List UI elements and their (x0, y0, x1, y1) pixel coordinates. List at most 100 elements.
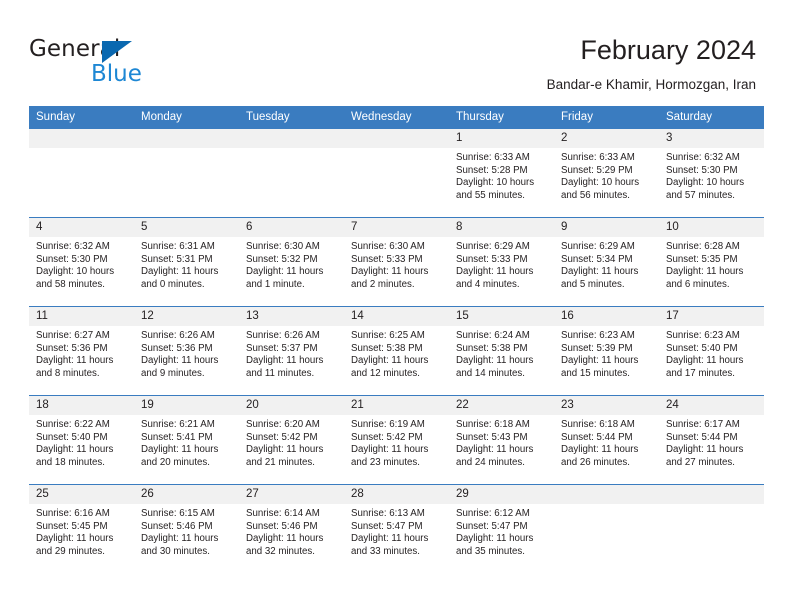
daylight-duration-line1: Daylight: 11 hours (561, 266, 639, 278)
calendar-day-cell[interactable]: 14 Sunrise: 6:25 AM Sunset: 5:38 PM Dayligh… (344, 306, 449, 396)
sunset-time: Sunset: 5:34 PM (561, 253, 633, 265)
calendar-day-cell[interactable]: 27 Sunrise: 6:14 AM Sunset: 5:46 PM Dayligh… (239, 484, 344, 574)
calendar-day-cell[interactable]: 5 Sunrise: 6:31 AM Sunset: 5:31 PM Daylight… (134, 217, 239, 307)
daylight-duration-line1: Daylight: 11 hours (246, 444, 324, 456)
calendar-day-cell[interactable]: 3 Sunrise: 6:32 AM Sunset: 5:30 PM Daylight… (659, 128, 764, 218)
day-number: 9 (554, 218, 659, 237)
sunset-time: Sunset: 5:47 PM (351, 520, 423, 532)
day-sun-info: Sunrise: 6:26 AM Sunset: 5:37 PM Daylight:… (239, 326, 344, 380)
general-blue-logo[interactable]: General Blue (29, 36, 219, 88)
calendar-week-row: 1 Sunrise: 6:33 AM Sunset: 5:28 PM Daylight… (29, 128, 764, 218)
sunrise-time: Sunrise: 6:33 AM (561, 152, 635, 163)
daylight-duration-line1: Daylight: 11 hours (351, 355, 429, 367)
calendar-day-cell[interactable]: 1 Sunrise: 6:33 AM Sunset: 5:28 PM Daylight… (449, 128, 554, 218)
calendar-day-cell[interactable]: 6 Sunrise: 6:30 AM Sunset: 5:32 PM Daylight… (239, 217, 344, 307)
sunset-time: Sunset: 5:44 PM (561, 431, 633, 443)
page-subtitle-location: Bandar-e Khamir, Hormozgan, Iran (546, 77, 756, 92)
calendar-grid: Sunday Monday Tuesday Wednesday Thursday… (29, 106, 764, 574)
sunrise-time: Sunrise: 6:23 AM (561, 330, 635, 341)
sunrise-time: Sunrise: 6:29 AM (561, 241, 635, 252)
day-sun-info: Sunrise: 6:20 AM Sunset: 5:42 PM Daylight:… (239, 415, 344, 469)
sunrise-time: Sunrise: 6:18 AM (561, 419, 635, 430)
calendar-day-cell[interactable]: 17 Sunrise: 6:23 AM Sunset: 5:40 PM Dayligh… (659, 306, 764, 396)
calendar-day-cell[interactable]: 11 Sunrise: 6:27 AM Sunset: 5:36 PM Dayligh… (29, 306, 134, 396)
daylight-duration-line1: Daylight: 11 hours (141, 533, 219, 545)
calendar-day-cell[interactable]: 8 Sunrise: 6:29 AM Sunset: 5:33 PM Daylight… (449, 217, 554, 307)
daylight-duration-line1: Daylight: 11 hours (141, 444, 219, 456)
daylight-duration-line1: Daylight: 11 hours (666, 266, 744, 278)
daylight-duration-line2: and 56 minutes. (561, 189, 630, 201)
daylight-duration-line1: Daylight: 10 hours (36, 266, 115, 278)
sunrise-time: Sunrise: 6:20 AM (246, 419, 320, 430)
calendar-day-cell[interactable]: 20 Sunrise: 6:20 AM Sunset: 5:42 PM Dayligh… (239, 395, 344, 485)
daylight-duration-line1: Daylight: 11 hours (246, 266, 324, 278)
calendar-day-cell[interactable]: 24 Sunrise: 6:17 AM Sunset: 5:44 PM Dayligh… (659, 395, 764, 485)
day-sun-info: Sunrise: 6:29 AM Sunset: 5:34 PM Daylight:… (554, 237, 659, 291)
calendar-day-cell[interactable]: 12 Sunrise: 6:26 AM Sunset: 5:36 PM Dayligh… (134, 306, 239, 396)
daylight-duration-line2: and 9 minutes. (141, 367, 205, 379)
sunset-time: Sunset: 5:39 PM (561, 342, 633, 354)
weekday-header-wednesday: Wednesday (344, 106, 449, 129)
calendar-day-cell[interactable]: 2 Sunrise: 6:33 AM Sunset: 5:29 PM Daylight… (554, 128, 659, 218)
sunset-time: Sunset: 5:30 PM (36, 253, 108, 265)
sunset-time: Sunset: 5:38 PM (456, 342, 528, 354)
day-number (29, 129, 134, 148)
day-sun-info: Sunrise: 6:32 AM Sunset: 5:30 PM Daylight:… (659, 148, 764, 202)
calendar-day-cell[interactable]: 15 Sunrise: 6:24 AM Sunset: 5:38 PM Dayligh… (449, 306, 554, 396)
daylight-duration-line1: Daylight: 11 hours (141, 355, 219, 367)
day-sun-info: Sunrise: 6:22 AM Sunset: 5:40 PM Daylight:… (29, 415, 134, 469)
daylight-duration-line2: and 8 minutes. (36, 367, 100, 379)
sunset-time: Sunset: 5:33 PM (456, 253, 528, 265)
daylight-duration-line2: and 55 minutes. (456, 189, 525, 201)
sunset-time: Sunset: 5:35 PM (666, 253, 738, 265)
calendar-day-cell[interactable]: 29 Sunrise: 6:12 AM Sunset: 5:47 PM Dayligh… (449, 484, 554, 574)
day-sun-info: Sunrise: 6:19 AM Sunset: 5:42 PM Daylight:… (344, 415, 449, 469)
calendar-day-cell[interactable]: 10 Sunrise: 6:28 AM Sunset: 5:35 PM Dayligh… (659, 217, 764, 307)
calendar-day-cell[interactable]: 26 Sunrise: 6:15 AM Sunset: 5:46 PM Dayligh… (134, 484, 239, 574)
sunrise-time: Sunrise: 6:25 AM (351, 330, 425, 341)
calendar-day-cell[interactable]: 25 Sunrise: 6:16 AM Sunset: 5:45 PM Dayligh… (29, 484, 134, 574)
daylight-duration-line2: and 33 minutes. (351, 545, 420, 557)
calendar-body: 1 Sunrise: 6:33 AM Sunset: 5:28 PM Daylight… (29, 128, 764, 574)
daylight-duration-line2: and 23 minutes. (351, 456, 420, 468)
day-sun-info: Sunrise: 6:24 AM Sunset: 5:38 PM Daylight:… (449, 326, 554, 380)
logo-triangle-icon (102, 41, 132, 63)
calendar-day-cell[interactable]: 9 Sunrise: 6:29 AM Sunset: 5:34 PM Daylight… (554, 217, 659, 307)
day-number: 15 (449, 307, 554, 326)
calendar-day-cell[interactable]: 21 Sunrise: 6:19 AM Sunset: 5:42 PM Dayligh… (344, 395, 449, 485)
sunrise-time: Sunrise: 6:12 AM (456, 508, 530, 519)
day-number: 17 (659, 307, 764, 326)
weekday-header-sunday: Sunday (29, 106, 134, 129)
calendar-day-cell[interactable]: 7 Sunrise: 6:30 AM Sunset: 5:33 PM Daylight… (344, 217, 449, 307)
calendar-day-cell-empty (554, 484, 659, 574)
calendar-day-cell[interactable]: 16 Sunrise: 6:23 AM Sunset: 5:39 PM Dayligh… (554, 306, 659, 396)
calendar-day-cell[interactable]: 4 Sunrise: 6:32 AM Sunset: 5:30 PM Daylight… (29, 217, 134, 307)
calendar-day-cell[interactable]: 13 Sunrise: 6:26 AM Sunset: 5:37 PM Dayligh… (239, 306, 344, 396)
daylight-duration-line2: and 0 minutes. (141, 278, 205, 290)
daylight-duration-line1: Daylight: 11 hours (246, 533, 324, 545)
day-sun-info: Sunrise: 6:18 AM Sunset: 5:44 PM Daylight:… (554, 415, 659, 469)
sunrise-time: Sunrise: 6:32 AM (36, 241, 110, 252)
calendar-day-cell[interactable]: 18 Sunrise: 6:22 AM Sunset: 5:40 PM Dayligh… (29, 395, 134, 485)
calendar-day-cell[interactable]: 23 Sunrise: 6:18 AM Sunset: 5:44 PM Dayligh… (554, 395, 659, 485)
daylight-duration-line1: Daylight: 10 hours (456, 177, 535, 189)
day-number: 10 (659, 218, 764, 237)
day-number: 12 (134, 307, 239, 326)
sunrise-time: Sunrise: 6:33 AM (456, 152, 530, 163)
day-number: 14 (344, 307, 449, 326)
sunset-time: Sunset: 5:45 PM (36, 520, 108, 532)
calendar-week-row: 25 Sunrise: 6:16 AM Sunset: 5:45 PM Dayligh… (29, 484, 764, 574)
calendar-day-cell[interactable]: 28 Sunrise: 6:13 AM Sunset: 5:47 PM Dayligh… (344, 484, 449, 574)
sunset-time: Sunset: 5:44 PM (666, 431, 738, 443)
day-sun-info: Sunrise: 6:27 AM Sunset: 5:36 PM Daylight:… (29, 326, 134, 380)
day-number (344, 129, 449, 148)
sunset-time: Sunset: 5:33 PM (351, 253, 423, 265)
day-number: 4 (29, 218, 134, 237)
sunset-time: Sunset: 5:38 PM (351, 342, 423, 354)
sunrise-time: Sunrise: 6:19 AM (351, 419, 425, 430)
daylight-duration-line2: and 29 minutes. (36, 545, 105, 557)
daylight-duration-line1: Daylight: 11 hours (666, 355, 744, 367)
daylight-duration-line1: Daylight: 11 hours (456, 444, 534, 456)
calendar-day-cell[interactable]: 19 Sunrise: 6:21 AM Sunset: 5:41 PM Dayligh… (134, 395, 239, 485)
calendar-day-cell[interactable]: 22 Sunrise: 6:18 AM Sunset: 5:43 PM Dayligh… (449, 395, 554, 485)
